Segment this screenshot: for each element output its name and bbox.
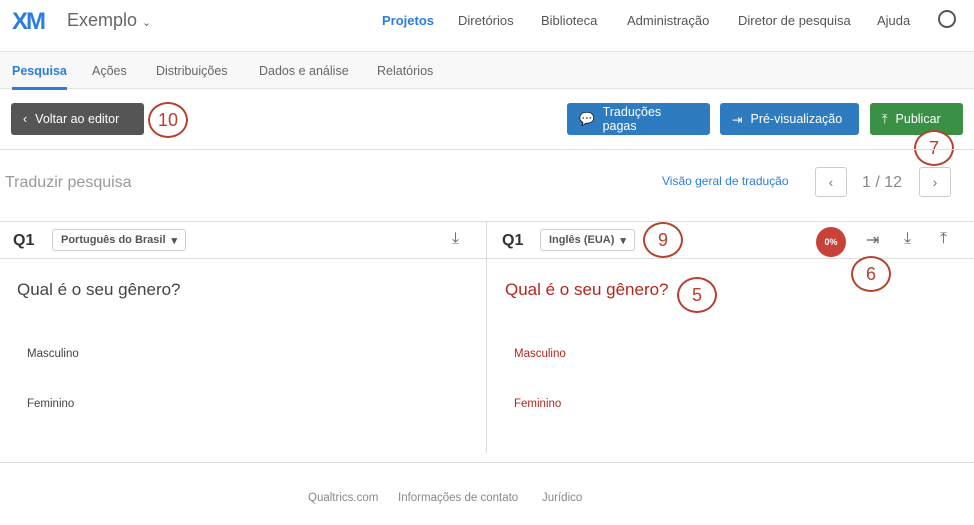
tab-pesquisa[interactable]: Pesquisa xyxy=(12,64,67,90)
publish-button[interactable]: ⤒ Publicar xyxy=(870,103,963,135)
nav-projetos[interactable]: Projetos xyxy=(382,13,434,28)
page-indicator: 1 / 12 xyxy=(862,174,903,191)
divider xyxy=(0,221,974,222)
preview-label: Pré-visualização xyxy=(750,112,843,126)
next-page-button[interactable]: › xyxy=(919,167,951,197)
nav-ajuda[interactable]: Ajuda xyxy=(877,13,910,28)
download-icon[interactable]: ⤓ xyxy=(452,230,459,248)
caret-down-icon: ▾ xyxy=(171,234,178,247)
publish-label: Publicar xyxy=(895,112,941,126)
callout-9: 9 xyxy=(643,222,683,258)
back-to-editor-button[interactable]: ‹ Voltar ao editor xyxy=(11,103,144,135)
divider xyxy=(0,258,974,259)
nav-diretorios[interactable]: Diretórios xyxy=(458,13,514,28)
source-choice: Feminino xyxy=(27,398,75,410)
tab-relatorios[interactable]: Relatórios xyxy=(377,64,433,78)
paid-label: Traduções pagas xyxy=(602,105,662,133)
xm-logo: XM xyxy=(12,8,46,35)
divider xyxy=(0,149,974,150)
callout-6: 6 xyxy=(851,256,891,292)
back-label: Voltar ao editor xyxy=(35,112,120,126)
callout-7: 7 xyxy=(914,130,954,166)
nav-administracao[interactable]: Administração xyxy=(627,13,709,28)
target-language-value: Inglês (EUA) xyxy=(549,234,615,246)
source-language-select[interactable]: Português do Brasil ▾ xyxy=(52,229,187,251)
user-avatar-icon[interactable] xyxy=(938,10,956,28)
caret-down-icon: ▾ xyxy=(620,234,626,247)
project-name: Exemplo xyxy=(67,10,138,30)
import-icon[interactable]: ⇥ xyxy=(866,230,879,250)
column-divider xyxy=(486,221,487,453)
callout-5: 5 xyxy=(677,277,717,313)
translation-progress-badge: 0% xyxy=(816,227,846,257)
target-question-text[interactable]: Qual é o seu gênero? xyxy=(505,280,669,300)
footer-legal-link[interactable]: Jurídico xyxy=(542,492,582,504)
project-selector[interactable]: Exemplo ⌄ xyxy=(67,10,151,31)
nav-biblioteca[interactable]: Biblioteca xyxy=(541,13,597,28)
source-choice: Masculino xyxy=(27,348,79,360)
prev-page-button[interactable]: ‹ xyxy=(815,167,847,197)
chevron-down-icon: ⌄ xyxy=(142,17,152,29)
divider xyxy=(0,462,974,463)
footer-contact-link[interactable]: Informações de contato xyxy=(398,492,518,504)
translate-title: Traduzir pesquisa xyxy=(5,174,132,191)
chevron-left-icon: ‹ xyxy=(23,112,28,126)
footer-qualtrics-link[interactable]: Qualtrics.com xyxy=(308,492,378,504)
upload-icon[interactable]: ⤒ xyxy=(940,230,947,248)
translate-icon: 💬 xyxy=(579,111,595,126)
nav-diretor[interactable]: Diretor de pesquisa xyxy=(738,13,851,28)
paid-translations-button[interactable]: 💬 Traduções pagas xyxy=(567,103,710,135)
right-question-number: Q1 xyxy=(502,232,524,249)
target-language-select[interactable]: Inglês (EUA) ▾ xyxy=(540,229,635,251)
tab-distribuicoes[interactable]: Distribuições xyxy=(156,64,228,78)
callout-10: 10 xyxy=(148,102,188,138)
source-language-value: Português do Brasil xyxy=(61,234,166,246)
tab-dados[interactable]: Dados e análise xyxy=(259,64,349,78)
translation-overview-link[interactable]: Visão geral de tradução xyxy=(662,174,789,188)
target-choice[interactable]: Feminino xyxy=(514,398,561,410)
tab-acoes[interactable]: Ações xyxy=(92,64,127,78)
preview-button[interactable]: ⇥ Pré-visualização xyxy=(720,103,859,135)
source-question-text: Qual é o seu gênero? xyxy=(17,280,181,299)
download-icon[interactable]: ⤓ xyxy=(904,230,911,248)
preview-icon: ⇥ xyxy=(732,112,743,127)
sub-nav: Pesquisa Ações Distribuições Dados e aná… xyxy=(0,52,974,90)
target-choice[interactable]: Masculino xyxy=(514,348,566,360)
left-question-number: Q1 xyxy=(13,232,35,249)
publish-icon: ⤒ xyxy=(882,111,888,126)
